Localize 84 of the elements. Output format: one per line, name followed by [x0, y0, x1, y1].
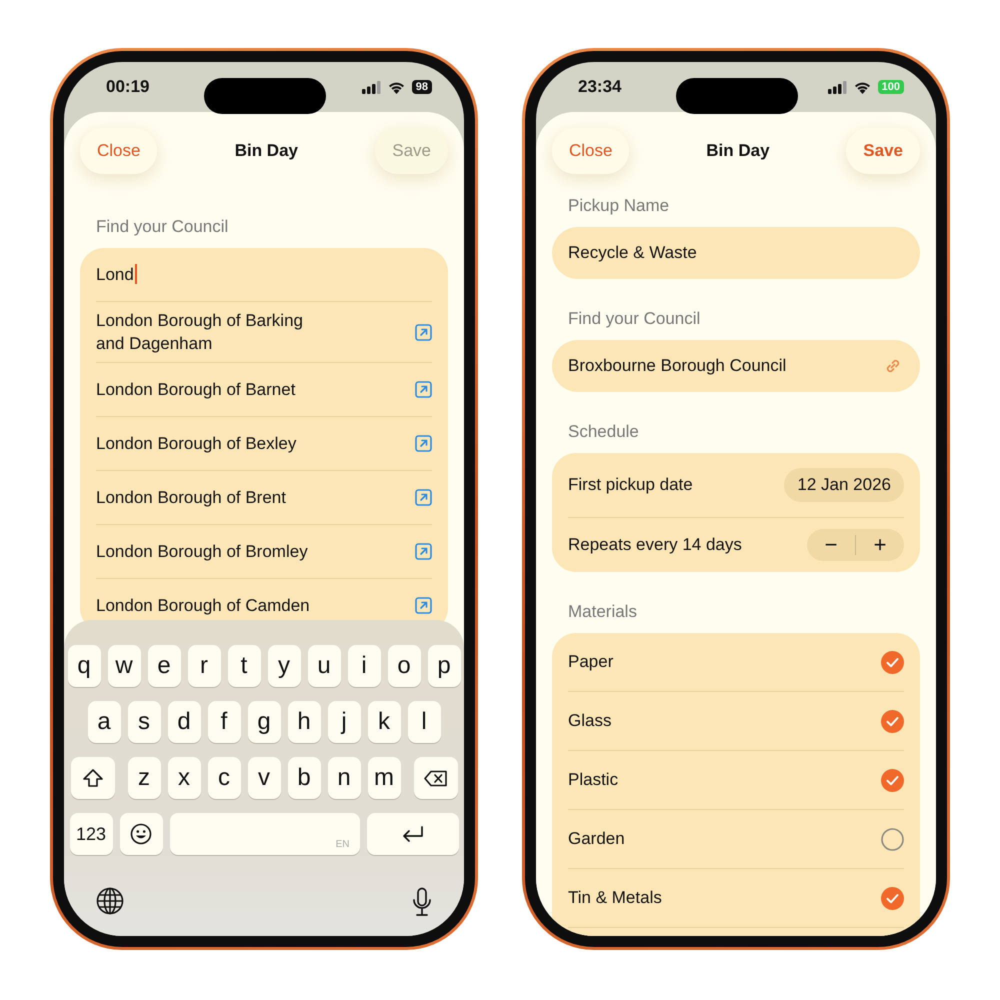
keyboard-key[interactable]: m	[368, 757, 400, 799]
field-label: First pickup date	[568, 475, 693, 495]
keyboard-key[interactable]: j	[328, 701, 360, 743]
close-button[interactable]: Close	[80, 128, 158, 174]
keyboard-key[interactable]: h	[288, 701, 320, 743]
checked-icon[interactable]	[881, 886, 904, 910]
council-result[interactable]: London Borough of Barnet	[96, 378, 296, 401]
section-label: Materials	[567, 602, 638, 622]
external-link-icon	[415, 543, 432, 560]
microphone-icon[interactable]	[412, 887, 432, 917]
material-label: Tin & Metals	[568, 888, 662, 908]
name-field[interactable]: Recycle & Waste	[552, 227, 920, 279]
shift-key[interactable]	[70, 757, 114, 799]
decrement-button[interactable]: −	[807, 529, 855, 561]
council-result[interactable]: London Borough of Camden	[96, 594, 310, 617]
keyboard-key[interactable]: w	[108, 645, 140, 687]
external-link-icon	[415, 381, 432, 398]
wifi-icon	[388, 80, 405, 94]
smiley-icon	[130, 823, 152, 845]
external-link-icon	[415, 435, 432, 452]
keyboard-key[interactable]: g	[248, 701, 280, 743]
keyboard-key[interactable]: q	[68, 645, 100, 687]
keyboard-key[interactable]: v	[248, 757, 280, 799]
external-link-icon	[415, 597, 432, 614]
council-result[interactable]: London Borough of Brent	[96, 486, 286, 509]
search-field[interactable]: Lond	[96, 248, 432, 301]
keyboard-key[interactable]: k	[368, 701, 400, 743]
keyboard-key[interactable]: u	[308, 645, 340, 687]
wifi-icon	[854, 80, 871, 94]
keyboard-key[interactable]: z	[128, 757, 160, 799]
backspace-icon	[424, 770, 448, 786]
status-time: 00:19	[106, 77, 150, 97]
material-label: Glass	[568, 711, 612, 731]
increment-button[interactable]: +	[856, 529, 904, 561]
council-result[interactable]: London Borough of Bexley	[96, 432, 296, 455]
keyboard-key[interactable]: y	[268, 645, 300, 687]
section-label: Find your Council	[95, 217, 230, 237]
shift-icon	[82, 768, 104, 788]
keyboard-key[interactable]: i	[348, 645, 380, 687]
battery-indicator: 98	[412, 80, 432, 94]
backspace-key[interactable]	[414, 757, 458, 799]
external-link-icon	[415, 489, 432, 506]
section-label: Find your Council	[567, 309, 702, 329]
emoji-key[interactable]	[120, 813, 162, 855]
keyboard-key[interactable]: s	[128, 701, 160, 743]
keyboard-key[interactable]: x	[168, 757, 200, 799]
field-label: Repeats every 14 days	[568, 535, 742, 555]
checked-icon[interactable]	[881, 650, 904, 674]
council-result[interactable]: London Borough of Barking and Dagenham	[96, 309, 331, 355]
keyboard-key[interactable]: n	[328, 757, 360, 799]
keyboard-key[interactable]: b	[288, 757, 320, 799]
keyboard-key[interactable]: e	[148, 645, 180, 687]
signal-icon	[362, 80, 381, 94]
keyboard-key[interactable]: a	[88, 701, 120, 743]
keyboard-key[interactable]: f	[208, 701, 240, 743]
numbers-key[interactable]: 123	[70, 813, 112, 855]
status-time: 23:34	[578, 77, 622, 97]
keyboard-key[interactable]: d	[168, 701, 200, 743]
screen-title: Bin Day	[234, 141, 298, 161]
keyboard-key[interactable]: r	[188, 645, 220, 687]
external-link-icon	[415, 324, 432, 340]
signal-icon	[828, 80, 847, 94]
keyboard-key[interactable]: o	[388, 645, 420, 687]
unchecked-icon[interactable]	[881, 828, 904, 850]
date-picker[interactable]: 12 Jan 2026	[784, 468, 904, 502]
council-result[interactable]: London Borough of Bromley	[96, 540, 308, 563]
material-label: Plastic	[568, 770, 618, 790]
checked-icon[interactable]	[881, 710, 904, 732]
globe-icon[interactable]	[96, 887, 124, 915]
close-button[interactable]: Close	[552, 128, 630, 174]
battery-indicator: 100	[878, 80, 904, 94]
section-label: Pickup Name	[567, 196, 670, 216]
keyboard-key[interactable]: l	[408, 701, 440, 743]
keyboard-key[interactable]: p	[428, 645, 460, 687]
screen-title: Bin Day	[706, 141, 770, 161]
return-icon	[400, 825, 424, 843]
material-label: Garden	[568, 829, 625, 849]
save-button[interactable]: Save	[846, 128, 920, 174]
checked-icon[interactable]	[881, 768, 904, 792]
keyboard-key[interactable]: c	[208, 757, 240, 799]
material-label: Paper	[568, 652, 614, 672]
section-label: Schedule	[567, 422, 640, 442]
return-key[interactable]	[366, 813, 458, 855]
keyboard-key[interactable]: t	[228, 645, 260, 687]
